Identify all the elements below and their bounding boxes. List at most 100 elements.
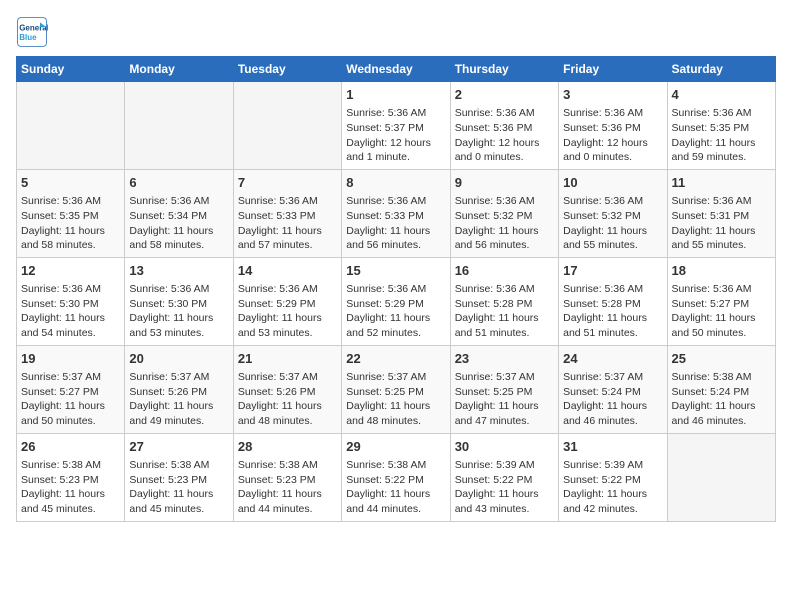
- svg-text:General: General: [19, 23, 48, 32]
- day-info: Sunrise: 5:36 AM Sunset: 5:30 PM Dayligh…: [21, 282, 120, 341]
- day-info: Sunrise: 5:38 AM Sunset: 5:23 PM Dayligh…: [238, 458, 337, 517]
- day-info: Sunrise: 5:37 AM Sunset: 5:24 PM Dayligh…: [563, 370, 662, 429]
- svg-text:Blue: Blue: [19, 33, 37, 42]
- table-row: 7 Sunrise: 5:36 AM Sunset: 5:33 PM Daylig…: [233, 169, 341, 257]
- day-info: Sunrise: 5:38 AM Sunset: 5:23 PM Dayligh…: [129, 458, 228, 517]
- column-header-thursday: Thursday: [450, 57, 558, 82]
- day-info: Sunrise: 5:36 AM Sunset: 5:28 PM Dayligh…: [563, 282, 662, 341]
- table-row: 1 Sunrise: 5:36 AM Sunset: 5:37 PM Daylig…: [342, 82, 450, 170]
- table-row: 20 Sunrise: 5:37 AM Sunset: 5:26 PM Dayli…: [125, 345, 233, 433]
- table-row: 22 Sunrise: 5:37 AM Sunset: 5:25 PM Dayli…: [342, 345, 450, 433]
- day-info: Sunrise: 5:36 AM Sunset: 5:36 PM Dayligh…: [455, 106, 554, 165]
- day-number: 4: [672, 86, 771, 104]
- day-number: 17: [563, 262, 662, 280]
- table-row: 6 Sunrise: 5:36 AM Sunset: 5:34 PM Daylig…: [125, 169, 233, 257]
- day-number: 24: [563, 350, 662, 368]
- table-row: 18 Sunrise: 5:36 AM Sunset: 5:27 PM Dayli…: [667, 257, 775, 345]
- day-info: Sunrise: 5:39 AM Sunset: 5:22 PM Dayligh…: [455, 458, 554, 517]
- day-number: 6: [129, 174, 228, 192]
- table-row: 28 Sunrise: 5:38 AM Sunset: 5:23 PM Dayli…: [233, 433, 341, 521]
- day-number: 9: [455, 174, 554, 192]
- column-header-tuesday: Tuesday: [233, 57, 341, 82]
- day-number: 1: [346, 86, 445, 104]
- day-number: 25: [672, 350, 771, 368]
- table-row: [17, 82, 125, 170]
- table-row: 17 Sunrise: 5:36 AM Sunset: 5:28 PM Dayli…: [559, 257, 667, 345]
- day-number: 27: [129, 438, 228, 456]
- column-header-monday: Monday: [125, 57, 233, 82]
- table-row: 10 Sunrise: 5:36 AM Sunset: 5:32 PM Dayli…: [559, 169, 667, 257]
- day-info: Sunrise: 5:37 AM Sunset: 5:25 PM Dayligh…: [455, 370, 554, 429]
- day-info: Sunrise: 5:36 AM Sunset: 5:30 PM Dayligh…: [129, 282, 228, 341]
- day-info: Sunrise: 5:36 AM Sunset: 5:35 PM Dayligh…: [672, 106, 771, 165]
- day-number: 26: [21, 438, 120, 456]
- day-info: Sunrise: 5:36 AM Sunset: 5:28 PM Dayligh…: [455, 282, 554, 341]
- table-row: 19 Sunrise: 5:37 AM Sunset: 5:27 PM Dayli…: [17, 345, 125, 433]
- table-row: 13Sunrise: 5:36 AM Sunset: 5:30 PM Dayli…: [125, 257, 233, 345]
- day-info: Sunrise: 5:36 AM Sunset: 5:27 PM Dayligh…: [672, 282, 771, 341]
- day-number: 15: [346, 262, 445, 280]
- table-row: 11 Sunrise: 5:36 AM Sunset: 5:31 PM Dayli…: [667, 169, 775, 257]
- table-row: 29 Sunrise: 5:38 AM Sunset: 5:22 PM Dayli…: [342, 433, 450, 521]
- table-row: 2 Sunrise: 5:36 AM Sunset: 5:36 PM Daylig…: [450, 82, 558, 170]
- day-info: Sunrise: 5:38 AM Sunset: 5:24 PM Dayligh…: [672, 370, 771, 429]
- calendar-table: SundayMondayTuesdayWednesdayThursdayFrid…: [16, 56, 776, 522]
- day-info: Sunrise: 5:38 AM Sunset: 5:23 PM Dayligh…: [21, 458, 120, 517]
- day-info: Sunrise: 5:37 AM Sunset: 5:26 PM Dayligh…: [238, 370, 337, 429]
- table-row: 23 Sunrise: 5:37 AM Sunset: 5:25 PM Dayli…: [450, 345, 558, 433]
- column-header-friday: Friday: [559, 57, 667, 82]
- day-info: Sunrise: 5:37 AM Sunset: 5:25 PM Dayligh…: [346, 370, 445, 429]
- table-row: 8 Sunrise: 5:36 AM Sunset: 5:33 PM Daylig…: [342, 169, 450, 257]
- day-number: 20: [129, 350, 228, 368]
- day-info: Sunrise: 5:38 AM Sunset: 5:22 PM Dayligh…: [346, 458, 445, 517]
- table-row: [233, 82, 341, 170]
- day-info: Sunrise: 5:36 AM Sunset: 5:34 PM Dayligh…: [129, 194, 228, 253]
- day-number: 3: [563, 86, 662, 104]
- day-number: 19: [21, 350, 120, 368]
- table-row: 3Sunrise: 5:36 AM Sunset: 5:36 PM Daylig…: [559, 82, 667, 170]
- table-row: 5Sunrise: 5:36 AM Sunset: 5:35 PM Daylig…: [17, 169, 125, 257]
- table-row: 12 Sunrise: 5:36 AM Sunset: 5:30 PM Dayli…: [17, 257, 125, 345]
- day-info: Sunrise: 5:36 AM Sunset: 5:33 PM Dayligh…: [238, 194, 337, 253]
- day-number: 30: [455, 438, 554, 456]
- day-info: Sunrise: 5:36 AM Sunset: 5:33 PM Dayligh…: [346, 194, 445, 253]
- day-info: Sunrise: 5:37 AM Sunset: 5:27 PM Dayligh…: [21, 370, 120, 429]
- day-number: 23: [455, 350, 554, 368]
- day-number: 12: [21, 262, 120, 280]
- table-row: 25 Sunrise: 5:38 AM Sunset: 5:24 PM Dayli…: [667, 345, 775, 433]
- day-number: 28: [238, 438, 337, 456]
- day-info: Sunrise: 5:39 AM Sunset: 5:22 PM Dayligh…: [563, 458, 662, 517]
- day-number: 8: [346, 174, 445, 192]
- day-number: 2: [455, 86, 554, 104]
- table-row: 16 Sunrise: 5:36 AM Sunset: 5:28 PM Dayli…: [450, 257, 558, 345]
- logo-icon: General Blue: [16, 16, 48, 48]
- day-number: 11: [672, 174, 771, 192]
- table-row: 15 Sunrise: 5:36 AM Sunset: 5:29 PM Dayli…: [342, 257, 450, 345]
- day-number: 31: [563, 438, 662, 456]
- day-number: 22: [346, 350, 445, 368]
- column-header-wednesday: Wednesday: [342, 57, 450, 82]
- table-row: 24 Sunrise: 5:37 AM Sunset: 5:24 PM Dayli…: [559, 345, 667, 433]
- day-info: Sunrise: 5:36 AM Sunset: 5:35 PM Dayligh…: [21, 194, 120, 253]
- day-number: 10: [563, 174, 662, 192]
- day-number: 7: [238, 174, 337, 192]
- day-info: Sunrise: 5:36 AM Sunset: 5:32 PM Dayligh…: [563, 194, 662, 253]
- table-row: 9 Sunrise: 5:36 AM Sunset: 5:32 PM Daylig…: [450, 169, 558, 257]
- day-info: Sunrise: 5:36 AM Sunset: 5:29 PM Dayligh…: [346, 282, 445, 341]
- day-info: Sunrise: 5:37 AM Sunset: 5:26 PM Dayligh…: [129, 370, 228, 429]
- day-number: 14: [238, 262, 337, 280]
- day-info: Sunrise: 5:36 AM Sunset: 5:29 PM Dayligh…: [238, 282, 337, 341]
- day-info: Sunrise: 5:36 AM Sunset: 5:37 PM Dayligh…: [346, 106, 445, 165]
- day-number: 18: [672, 262, 771, 280]
- table-row: 21Sunrise: 5:37 AM Sunset: 5:26 PM Dayli…: [233, 345, 341, 433]
- table-row: 30 Sunrise: 5:39 AM Sunset: 5:22 PM Dayli…: [450, 433, 558, 521]
- table-row: 27 Sunrise: 5:38 AM Sunset: 5:23 PM Dayli…: [125, 433, 233, 521]
- day-info: Sunrise: 5:36 AM Sunset: 5:31 PM Dayligh…: [672, 194, 771, 253]
- table-row: 31 Sunrise: 5:39 AM Sunset: 5:22 PM Dayli…: [559, 433, 667, 521]
- day-number: 16: [455, 262, 554, 280]
- day-number: 29: [346, 438, 445, 456]
- table-row: 26 Sunrise: 5:38 AM Sunset: 5:23 PM Dayli…: [17, 433, 125, 521]
- day-info: Sunrise: 5:36 AM Sunset: 5:32 PM Dayligh…: [455, 194, 554, 253]
- table-row: [125, 82, 233, 170]
- table-row: [667, 433, 775, 521]
